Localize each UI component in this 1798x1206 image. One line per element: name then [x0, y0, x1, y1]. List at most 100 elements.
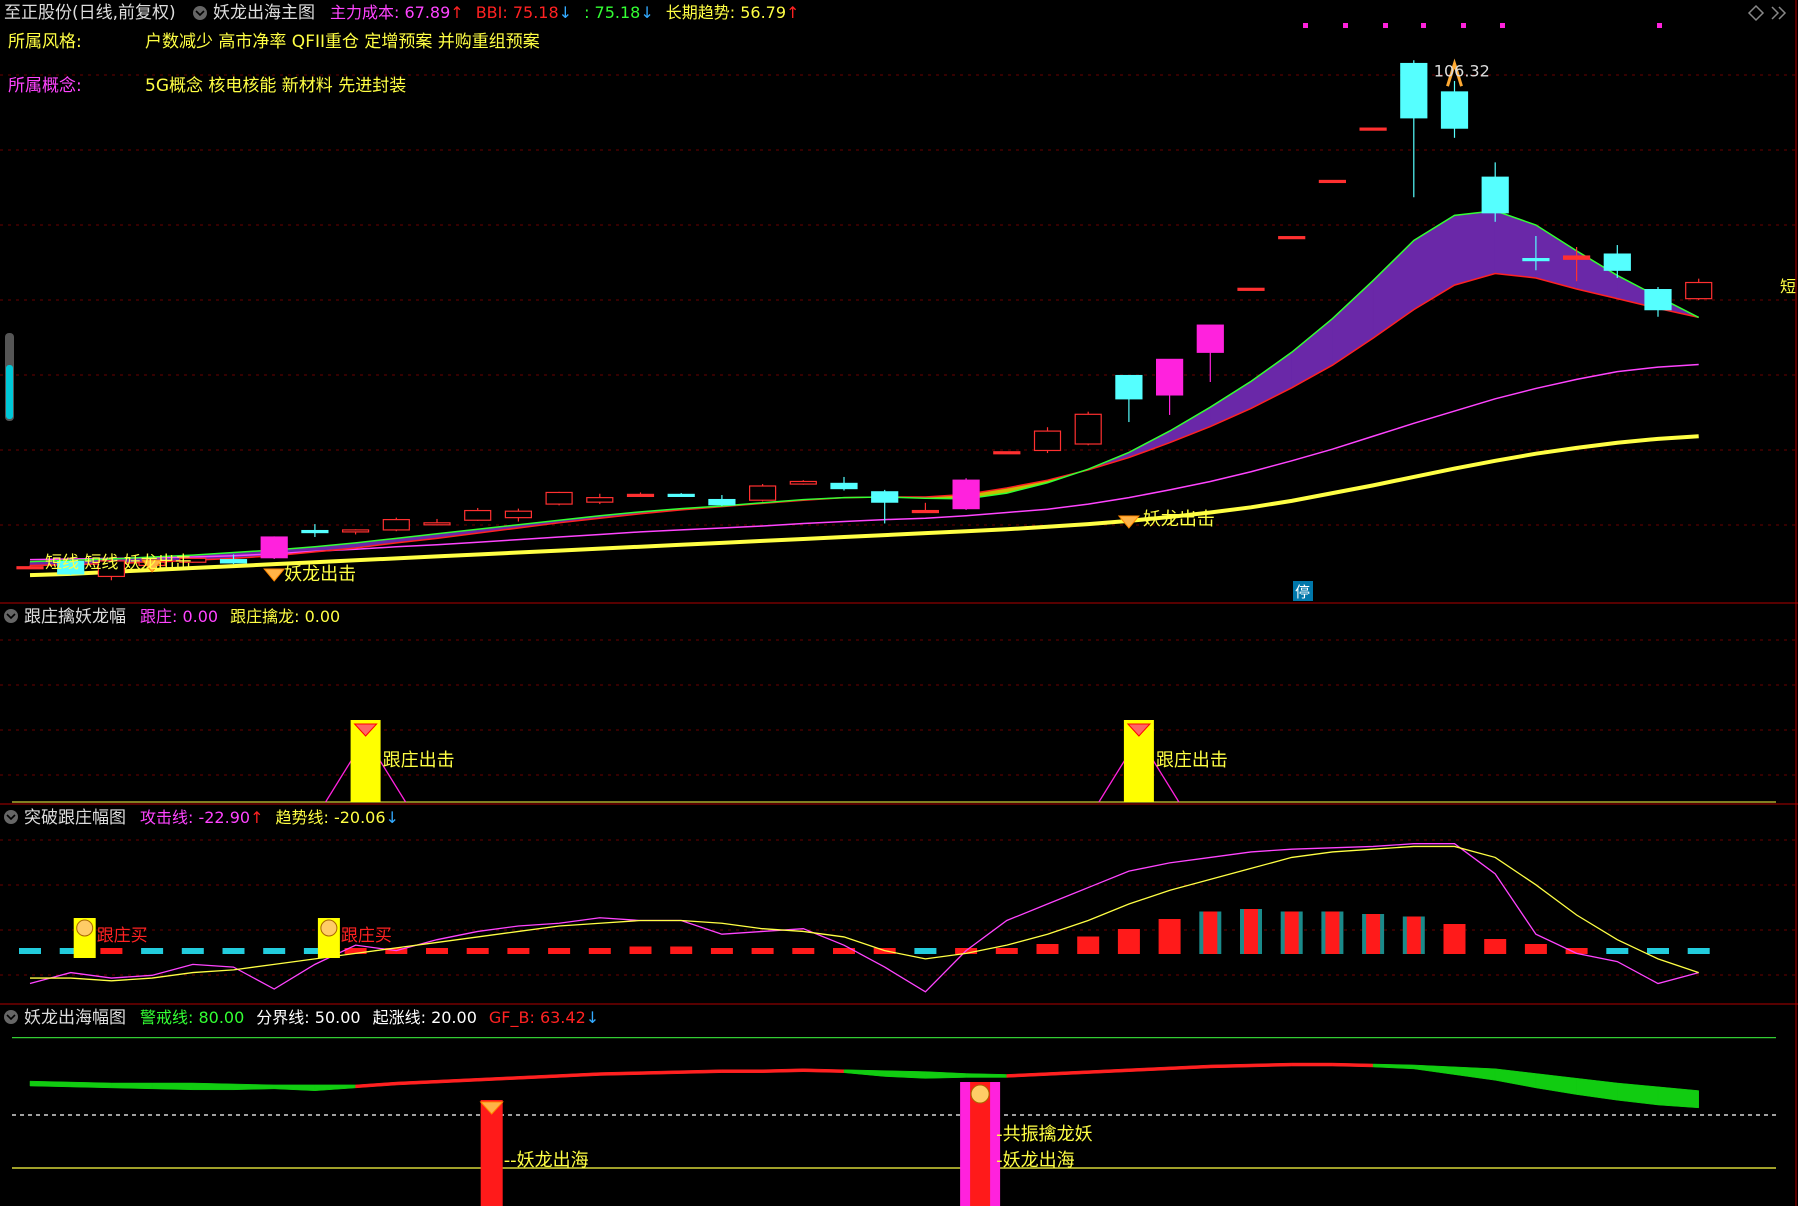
arrow-up-icon: ↑	[786, 3, 799, 22]
peak-price-label: 106.32	[1434, 61, 1490, 80]
signal-dot	[1343, 23, 1348, 28]
trend-band-segment	[925, 1071, 967, 1079]
buy-signal-label: 跟庄买	[97, 926, 148, 946]
momentum-bar	[507, 948, 530, 954]
momentum-bar-inner	[1203, 911, 1218, 954]
trend-band-segment	[70, 1081, 112, 1089]
arrow-down-icon: ↓	[640, 3, 653, 22]
trend-band-segment	[1210, 1063, 1252, 1069]
short-line-label: 短线 短线 妖龙出击	[45, 553, 192, 573]
panel2-toggle-icon[interactable]	[4, 810, 18, 824]
candle	[260, 536, 288, 559]
candle	[1074, 411, 1102, 446]
trend-band-segment	[599, 1071, 641, 1076]
trend-band-segment	[1413, 1064, 1455, 1075]
candle	[423, 518, 451, 526]
momentum-bar	[222, 948, 245, 954]
candle	[952, 478, 980, 510]
main-grid	[0, 74, 1796, 526]
diamond-icon[interactable]	[1747, 4, 1765, 22]
ribbon-layer	[29, 210, 1699, 566]
header-item-1: 跟庄擒龙: 0.00	[230, 607, 340, 626]
trend-band-segment	[233, 1083, 275, 1091]
momentum-bar	[995, 948, 1018, 954]
header-item-0: 警戒线: 80.00	[140, 1008, 244, 1027]
gem-icon	[263, 568, 286, 582]
trend-band-segment	[1576, 1077, 1618, 1101]
trend-band-segment	[518, 1074, 560, 1080]
header-item-1: 趋势线: -20.06	[275, 808, 385, 827]
header-item-0: 攻击线: -22.90	[140, 808, 250, 827]
trend-band-segment	[1454, 1066, 1496, 1081]
candle	[911, 502, 940, 514]
candle	[871, 489, 899, 524]
signal-dot	[1421, 23, 1426, 28]
candle	[382, 517, 410, 532]
trend-band-segment	[477, 1076, 519, 1082]
candle	[708, 495, 736, 507]
momentum-bar	[1077, 936, 1100, 954]
trend-band-segment	[680, 1069, 723, 1074]
trend-band-segment	[843, 1069, 885, 1077]
momentum-bar	[629, 946, 652, 954]
indicator-select-icon[interactable]	[193, 6, 207, 20]
momentum-bar	[1158, 919, 1181, 954]
trend-band-segment	[640, 1070, 682, 1075]
signal-dot	[1500, 23, 1505, 28]
header-values: 主力成本: 67.89↑ BBI: 75.18↓: 75.18↓ 长期趋势: 56.…	[330, 3, 799, 22]
trend-band-segment	[721, 1069, 763, 1073]
trend-band-segment	[1332, 1062, 1374, 1068]
panel1-chart: 跟庄出击 跟庄出击	[0, 639, 1796, 803]
momentum-bar	[100, 948, 123, 954]
trend-band-segment	[558, 1072, 601, 1078]
candle	[1359, 127, 1387, 131]
candle	[1196, 324, 1224, 382]
momentum-bar	[792, 948, 815, 954]
panel3-toggle-icon[interactable]	[4, 1010, 18, 1024]
momentum-bar	[914, 948, 937, 954]
panel2-title: 突破跟庄幅图	[24, 808, 126, 828]
trend-band-segment	[29, 1080, 71, 1088]
follow-signal-bar: 跟庄出击	[325, 720, 455, 803]
candle	[1278, 236, 1306, 240]
trend-band-segment	[1535, 1073, 1577, 1095]
trend-band-segment	[273, 1084, 316, 1092]
follow-signal-label: 跟庄出击	[1156, 750, 1228, 771]
candle	[830, 476, 858, 491]
expand-icon[interactable]	[1771, 6, 1787, 20]
header-item-2: 起涨线: 20.00	[373, 1008, 477, 1027]
panel3-chart: --妖龙出海 -共振擒龙妖 -妖龙出海	[12, 1036, 1776, 1206]
ribbon-segment	[1454, 210, 1496, 286]
panel1-toggle-icon[interactable]	[4, 609, 18, 623]
momentum-bar	[426, 948, 448, 954]
trend-band-segment	[1657, 1086, 1699, 1109]
trend-band-segment	[1291, 1062, 1333, 1067]
trend-band-segment	[314, 1084, 356, 1092]
candle	[586, 493, 614, 505]
momentum-bar	[1117, 929, 1140, 954]
top-signal-dots	[1303, 23, 1662, 28]
header-item-3: GF_B: 63.42	[489, 1008, 586, 1028]
candle	[667, 493, 695, 497]
trend-band-segment	[1494, 1068, 1537, 1089]
panel2-values: 攻击线: -22.90↑ 趋势线: -20.06↓	[140, 808, 399, 827]
arrow-down-icon: ↓	[559, 3, 572, 22]
panel2-line-0	[29, 843, 1699, 993]
volume-scroll-handle[interactable]	[5, 333, 14, 421]
trend-band-segment	[884, 1070, 926, 1079]
candle	[748, 484, 777, 502]
trend-band-segment	[1047, 1070, 1089, 1076]
momentum-bar	[263, 948, 286, 954]
trend-band-segment	[803, 1068, 845, 1073]
follow-signal-label: 跟庄出击	[383, 750, 455, 771]
ribbon-segment	[1494, 210, 1537, 279]
arrow-down-icon: ↓	[586, 1008, 599, 1027]
stop-badge: 停	[1293, 581, 1313, 601]
concept-label: 所属概念:	[8, 75, 82, 96]
trend-band-segment	[355, 1081, 397, 1089]
arrow-up-icon: ↑	[450, 3, 463, 22]
candle	[1237, 287, 1265, 291]
panel3-title: 妖龙出海幅图	[24, 1008, 126, 1028]
follow-signal-bar: 跟庄出击	[1098, 720, 1228, 803]
candle	[1685, 278, 1713, 300]
